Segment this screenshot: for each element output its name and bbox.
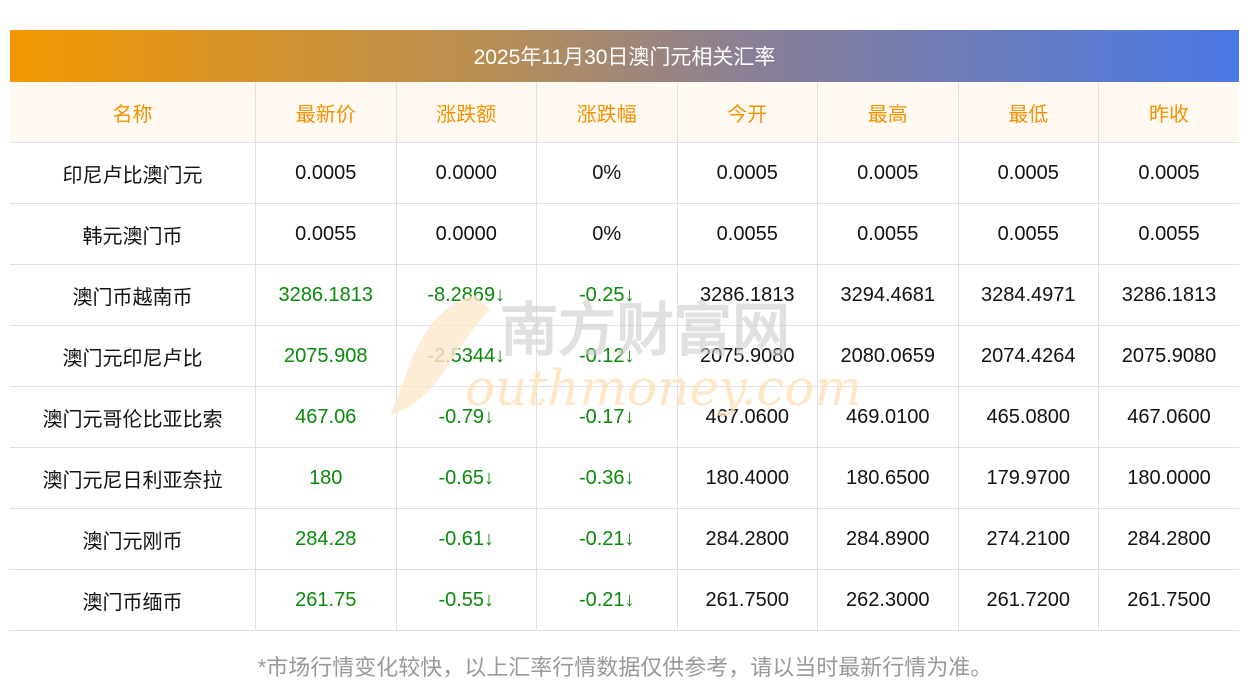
cell-latest: 467.06 xyxy=(255,386,397,448)
cell-prev: 180.0000 xyxy=(1098,447,1239,509)
cell-high: 469.0100 xyxy=(817,386,959,448)
disclaimer-footer: *市场行情变化较快，以上汇率行情数据仅供参考，请以当时最新行情为准。 xyxy=(257,655,993,680)
cell-name: 澳门币缅币 xyxy=(10,569,256,631)
exchange-rate-table: 名称 最新价 涨跌额 涨跌幅 今开 最高 最低 昨收 印尼卢比澳门元 0.0005… xyxy=(10,82,1239,631)
cell-change: -2.5344↓ xyxy=(395,325,537,387)
table-row: 澳门元尼日利亚奈拉 180 -0.65↓ -0.36↓ 180.4000 180.6500… xyxy=(10,447,1239,509)
table-row: 澳门元刚币 284.28 -0.61↓ -0.21↓ 284.2800 284.8900 2… xyxy=(10,508,1239,570)
cell-pct: 0% xyxy=(536,142,678,204)
cell-pct: -0.21↓ xyxy=(536,508,678,570)
cell-low: 0.0005 xyxy=(957,142,1099,204)
cell-open: 2075.9080 xyxy=(676,325,818,387)
cell-prev: 261.7500 xyxy=(1098,569,1239,631)
cell-name: 澳门元刚币 xyxy=(10,508,256,570)
cell-high: 3294.4681 xyxy=(817,264,959,326)
cell-low: 261.7200 xyxy=(957,569,1099,631)
table-row: 韩元澳门币 0.0055 0.0000 0% 0.0055 0.0055 0.0055 0.0… xyxy=(10,203,1239,265)
cell-high: 262.3000 xyxy=(817,569,959,631)
cell-low: 3284.4971 xyxy=(957,264,1099,326)
cell-name: 澳门币越南币 xyxy=(10,264,256,326)
cell-prev: 3286.1813 xyxy=(1098,264,1239,326)
cell-change: -8.2869↓ xyxy=(395,264,537,326)
cell-high: 180.6500 xyxy=(817,447,959,509)
cell-open: 467.0600 xyxy=(676,386,818,448)
cell-high: 2080.0659 xyxy=(817,325,959,387)
cell-latest: 284.28 xyxy=(255,508,397,570)
cell-name: 印尼卢比澳门元 xyxy=(10,142,256,204)
col-header-high: 最高 xyxy=(817,82,959,143)
cell-change: 0.0000 xyxy=(395,142,537,204)
cell-latest: 261.75 xyxy=(255,569,397,631)
cell-low: 465.0800 xyxy=(957,386,1099,448)
cell-name: 澳门元印尼卢比 xyxy=(10,325,256,387)
table-title: 2025年11月30日澳门元相关汇率 xyxy=(10,30,1239,82)
cell-open: 3286.1813 xyxy=(676,264,818,326)
col-header-change: 涨跌额 xyxy=(395,82,537,143)
cell-latest: 0.0055 xyxy=(255,203,397,265)
cell-pct: -0.21↓ xyxy=(536,569,678,631)
cell-open: 0.0055 xyxy=(676,203,818,265)
cell-latest: 3286.1813 xyxy=(255,264,397,326)
cell-pct: -0.25↓ xyxy=(536,264,678,326)
cell-open: 180.4000 xyxy=(676,447,818,509)
cell-name: 韩元澳门币 xyxy=(10,203,256,265)
cell-prev: 284.2800 xyxy=(1098,508,1239,570)
cell-high: 284.8900 xyxy=(817,508,959,570)
cell-prev: 2075.9080 xyxy=(1098,325,1239,387)
cell-change: -0.55↓ xyxy=(395,569,537,631)
cell-prev: 467.0600 xyxy=(1098,386,1239,448)
table-header-row: 名称 最新价 涨跌额 涨跌幅 今开 最高 最低 昨收 xyxy=(10,82,1239,143)
cell-change: -0.65↓ xyxy=(395,447,537,509)
cell-latest: 0.0005 xyxy=(255,142,397,204)
col-header-prev: 昨收 xyxy=(1098,82,1239,143)
cell-latest: 180 xyxy=(255,447,397,509)
cell-change: 0.0000 xyxy=(395,203,537,265)
cell-high: 0.0005 xyxy=(817,142,959,204)
cell-prev: 0.0005 xyxy=(1098,142,1239,204)
cell-pct: -0.12↓ xyxy=(536,325,678,387)
cell-low: 2074.4264 xyxy=(957,325,1099,387)
col-header-open: 今开 xyxy=(676,82,818,143)
table-row: 澳门元哥伦比亚比索 467.06 -0.79↓ -0.17↓ 467.0600 469.0… xyxy=(10,386,1239,448)
table-row: 印尼卢比澳门元 0.0005 0.0000 0% 0.0005 0.0005 0.0005 0… xyxy=(10,142,1239,204)
col-header-latest: 最新价 xyxy=(255,82,397,143)
table-row: 澳门币越南币 3286.1813 -8.2869↓ -0.25↓ 3286.1813 32… xyxy=(10,264,1239,326)
cell-high: 0.0055 xyxy=(817,203,959,265)
cell-open: 284.2800 xyxy=(676,508,818,570)
cell-change: -0.79↓ xyxy=(395,386,537,448)
cell-prev: 0.0055 xyxy=(1098,203,1239,265)
cell-low: 179.9700 xyxy=(957,447,1099,509)
cell-name: 澳门元尼日利亚奈拉 xyxy=(10,447,256,509)
table-row: 澳门元印尼卢比 2075.908 -2.5344↓ -0.12↓ 2075.9080 20… xyxy=(10,325,1239,387)
cell-low: 274.2100 xyxy=(957,508,1099,570)
col-header-pct: 涨跌幅 xyxy=(536,82,678,143)
cell-pct: 0% xyxy=(536,203,678,265)
cell-change: -0.61↓ xyxy=(395,508,537,570)
cell-pct: -0.36↓ xyxy=(536,447,678,509)
col-header-low: 最低 xyxy=(957,82,1099,143)
cell-open: 0.0005 xyxy=(676,142,818,204)
table-row: 澳门币缅币 261.75 -0.55↓ -0.21↓ 261.7500 262.3000 2… xyxy=(10,569,1239,631)
cell-open: 261.7500 xyxy=(676,569,818,631)
cell-latest: 2075.908 xyxy=(255,325,397,387)
col-header-name: 名称 xyxy=(10,82,256,143)
cell-name: 澳门元哥伦比亚比索 xyxy=(10,386,256,448)
cell-low: 0.0055 xyxy=(957,203,1099,265)
cell-pct: -0.17↓ xyxy=(536,386,678,448)
